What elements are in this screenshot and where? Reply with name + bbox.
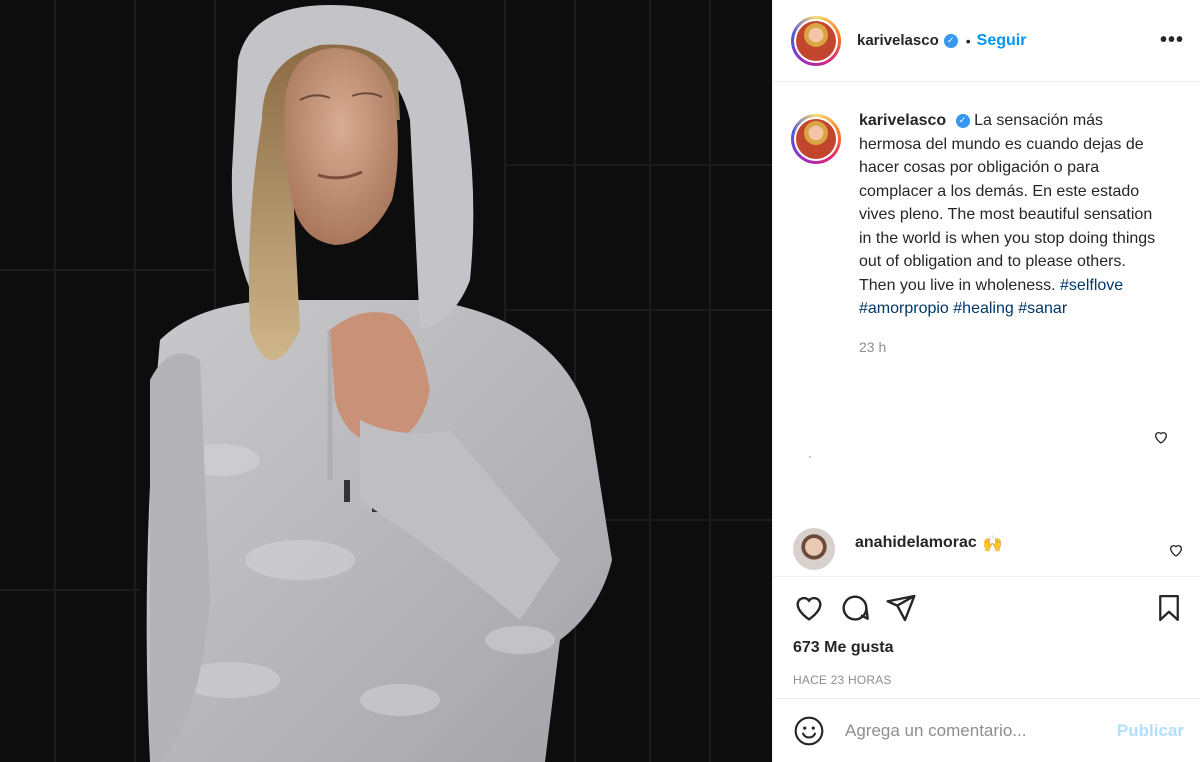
emoji-icon[interactable]	[793, 715, 825, 747]
comment-text: 🙌	[982, 536, 1003, 553]
hashtag-link[interactable]: #amorpropio	[859, 300, 949, 317]
share-icon[interactable]	[885, 592, 917, 624]
hashtag-link[interactable]: #healing	[953, 300, 1014, 317]
comment-icon[interactable]	[839, 592, 871, 624]
bookmark-icon[interactable]	[1154, 592, 1184, 624]
caption-avatar[interactable]	[791, 114, 841, 164]
caption-username[interactable]: karivelasco	[859, 112, 946, 129]
post-side-panel: karivelasco ✓ • Seguir ••• karivelasco ✓…	[772, 0, 1200, 762]
post-actions: 673 Me gusta HACE 23 HORAS	[773, 576, 1200, 687]
verified-badge-icon: ✓	[943, 33, 958, 48]
more-options-icon[interactable]: •••	[1160, 29, 1184, 52]
header-separator: •	[965, 32, 971, 49]
photo-illustration	[0, 0, 772, 762]
follow-button[interactable]: Seguir	[977, 32, 1027, 50]
heart-icon[interactable]	[793, 592, 825, 624]
comment-item: anahidelamorac 🙌	[791, 528, 1184, 570]
caption-body: La sensación más hermosa del mundo es cu…	[859, 112, 1156, 294]
verified-badge-icon: ✓	[955, 113, 970, 128]
caption-section: karivelasco ✓ La sensación más hermosa d…	[773, 82, 1200, 577]
add-comment-bar: Publicar	[773, 698, 1200, 762]
likes-count[interactable]: 673 Me gusta	[793, 639, 1184, 657]
loading-dot	[809, 456, 811, 458]
commenter-avatar[interactable]	[793, 528, 835, 570]
caption-time[interactable]: 23 h	[859, 339, 1184, 355]
author-username[interactable]: karivelasco	[857, 32, 939, 49]
like-comment-heart-icon[interactable]	[1153, 429, 1169, 445]
like-comment-heart-icon[interactable]	[1168, 542, 1184, 558]
comment-username[interactable]: anahidelamorac	[855, 534, 977, 552]
post-header: karivelasco ✓ • Seguir •••	[773, 0, 1200, 82]
post-timestamp[interactable]: HACE 23 HORAS	[793, 673, 1184, 687]
hashtag-link[interactable]: #sanar	[1018, 300, 1067, 317]
comment-input[interactable]	[843, 719, 1097, 742]
publish-button[interactable]: Publicar	[1117, 721, 1184, 741]
caption-text: karivelasco ✓ La sensación más hermosa d…	[859, 109, 1164, 321]
hashtag-link[interactable]: #selflove	[1060, 277, 1123, 294]
post-photo[interactable]	[0, 0, 772, 762]
author-avatar[interactable]	[791, 15, 841, 66]
